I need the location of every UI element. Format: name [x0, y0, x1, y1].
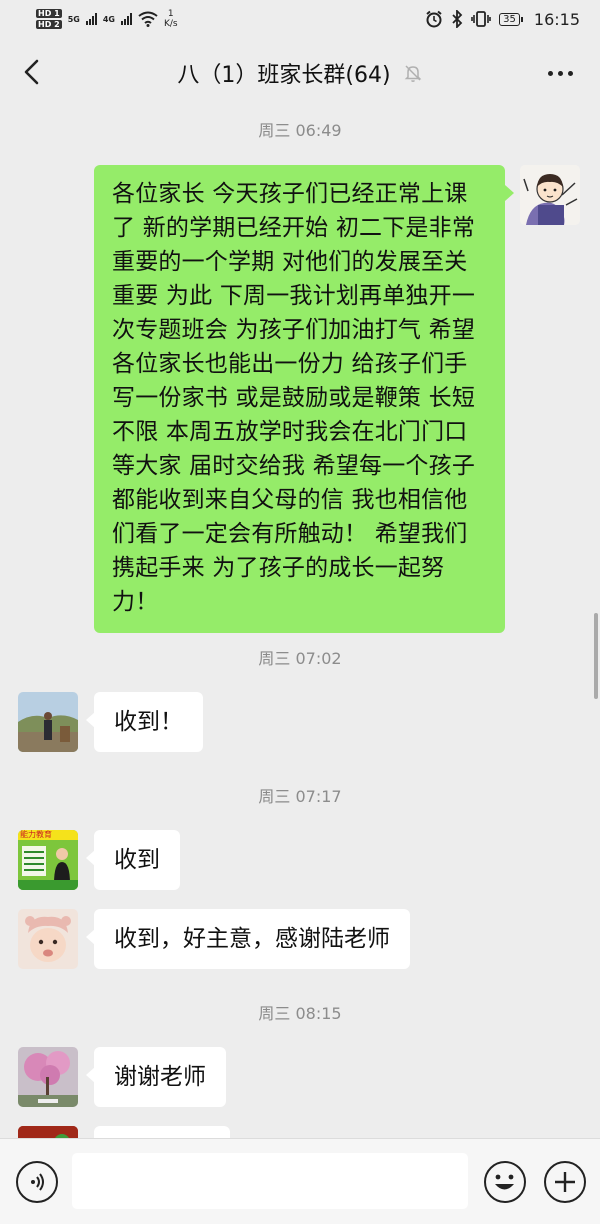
speed-unit: K/s — [163, 19, 178, 29]
hd-indicators: HD 1 HD 2 — [36, 9, 62, 29]
incoming-message-bubble[interactable]: 收到 — [86, 830, 180, 890]
signal2-icon — [120, 13, 132, 25]
pink-tree-avatar[interactable] — [18, 1047, 78, 1107]
more-dot — [557, 70, 563, 76]
signal1-icon — [85, 13, 97, 25]
incoming-message-bubble[interactable] — [94, 1126, 230, 1138]
more-dot — [547, 70, 553, 76]
plus-icon — [555, 1172, 575, 1192]
more-functions-button[interactable] — [544, 1161, 586, 1203]
bluetooth-icon — [452, 10, 463, 28]
more-options-button[interactable] — [542, 60, 578, 86]
voice-button[interactable] — [16, 1161, 58, 1203]
back-button[interactable] — [14, 54, 50, 90]
message-timestamp: 周三 08:15 — [258, 1004, 342, 1023]
baby-avatar[interactable] — [18, 909, 78, 969]
signal2-label: 4G — [102, 14, 115, 24]
hd2-badge: HD 2 — [36, 20, 62, 29]
message-text-input[interactable] — [72, 1153, 468, 1209]
emoji-button[interactable] — [484, 1161, 526, 1203]
status-time: 16:15 — [533, 9, 580, 29]
network-speed: 1 K/s — [164, 9, 178, 29]
incoming-message-bubble[interactable]: 收到，好主意，感谢陆老师 — [86, 909, 410, 969]
emoji-icon — [495, 1174, 514, 1190]
chat-title: 八（1）班家长群(64) — [177, 63, 391, 88]
outgoing-message-bubble[interactable]: 各位家长 今天孩子们已经正常上课了 新的学期已经开始 初二下是非常重要的一个学期… — [94, 165, 514, 633]
scrollbar[interactable] — [594, 613, 598, 699]
message-input-bar — [0, 1138, 600, 1224]
status-bar: HD 1 HD 2 5G 4G 1 K/s 35 16:15 — [0, 0, 600, 38]
poster-logo-text: 能力教育 — [20, 830, 52, 839]
chat-message-list[interactable]: 周三 06:49 各位家长 今天孩子们已经正常上课了 新的学期已经开始 初二下是… — [0, 108, 600, 1138]
chat-header: 八（1）班家长群(64) — [0, 38, 600, 108]
bell-off-icon — [403, 63, 423, 83]
message-timestamp: 周三 06:49 — [258, 121, 342, 140]
more-dot — [567, 70, 573, 76]
outdoor-man-avatar[interactable] — [18, 692, 78, 752]
cartoon-boy-avatar[interactable] — [520, 165, 580, 225]
alarm-icon — [426, 10, 442, 28]
battery-indicator: 35 — [499, 12, 523, 26]
signal1-label: 5G — [67, 14, 80, 24]
message-timestamp: 周三 07:17 — [258, 787, 342, 806]
red-avatar[interactable] — [18, 1126, 78, 1138]
green-poster-avatar[interactable]: 能力教育 — [18, 830, 78, 890]
chevron-left-icon — [24, 59, 39, 85]
message-timestamp: 周三 07:02 — [258, 649, 342, 668]
voice-icon — [31, 1173, 44, 1191]
status-right: 35 16:15 — [425, 10, 580, 29]
wifi-icon — [138, 11, 158, 27]
vibrate-icon — [471, 11, 491, 27]
hd1-badge: HD 1 — [36, 9, 62, 18]
status-left: HD 1 HD 2 5G 4G 1 K/s — [36, 9, 178, 29]
incoming-message-bubble[interactable]: 谢谢老师 — [86, 1047, 226, 1107]
incoming-message-bubble[interactable]: 收到！ — [86, 692, 203, 752]
speed-value: 1 — [167, 9, 174, 19]
